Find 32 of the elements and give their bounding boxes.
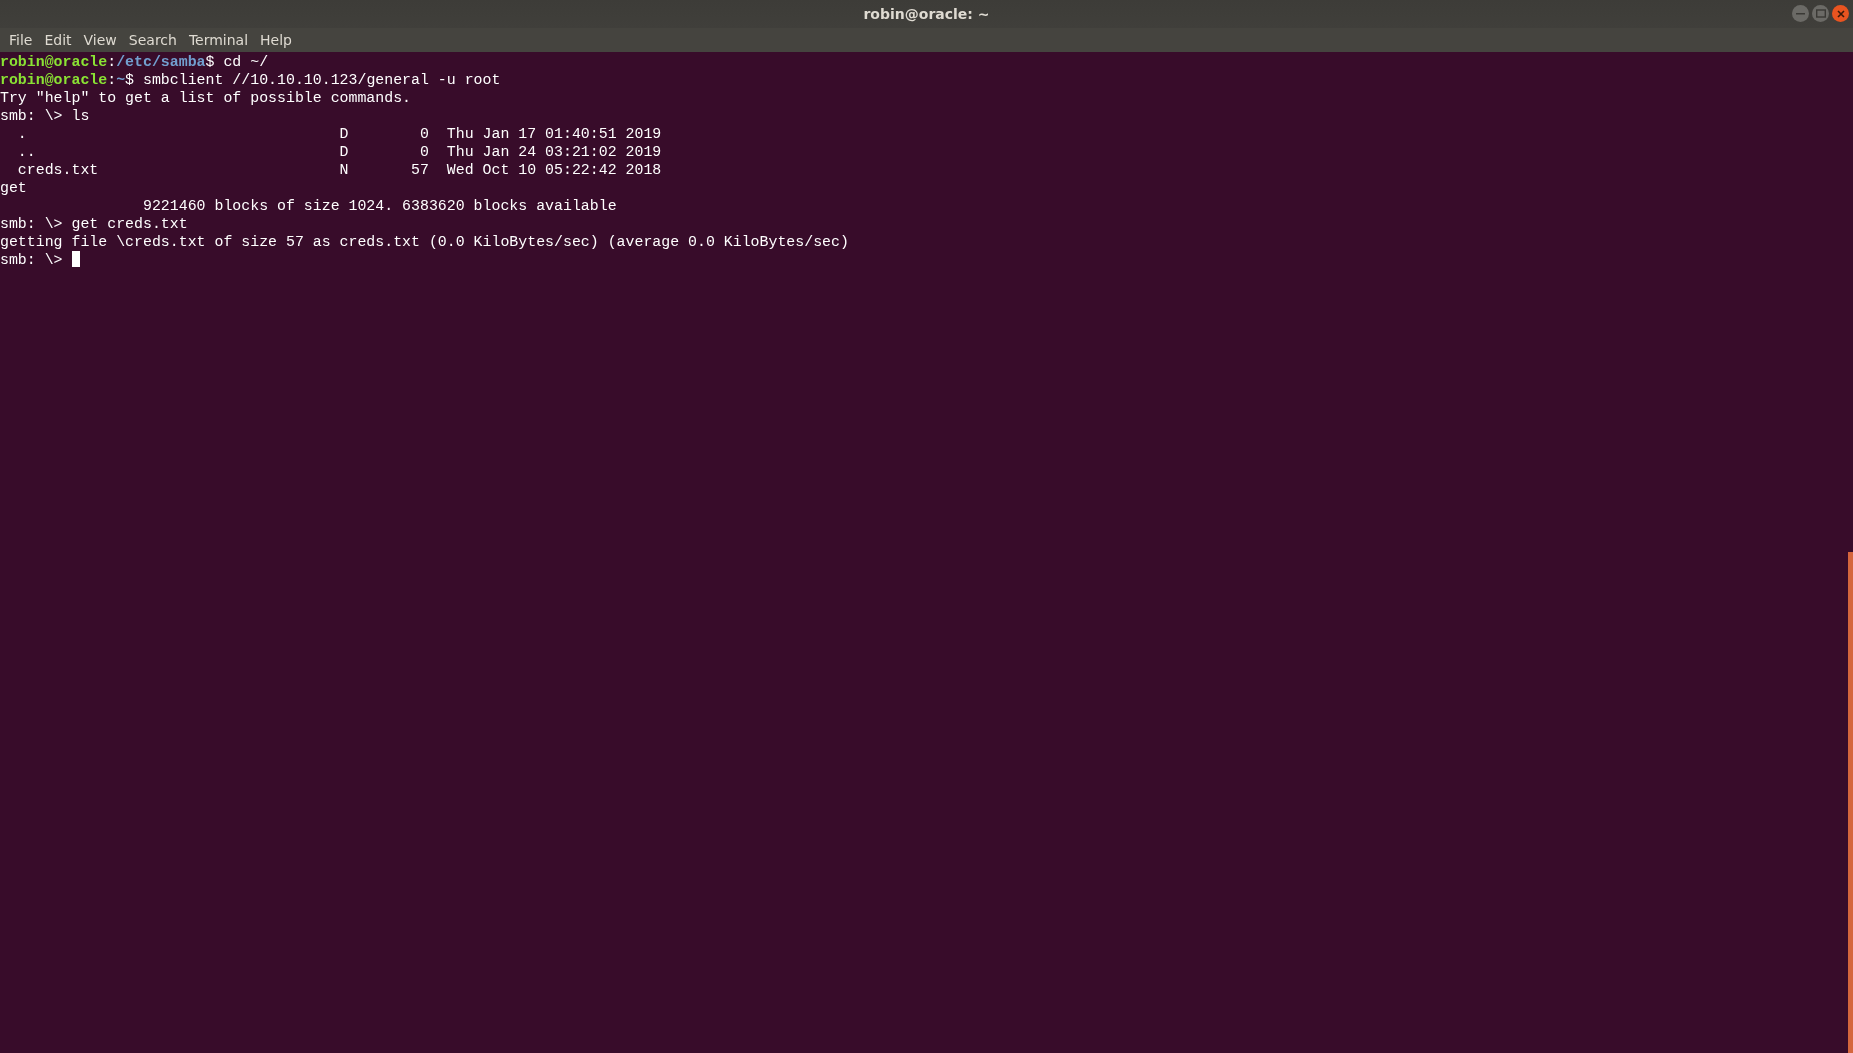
menu-item[interactable]: File <box>4 32 38 48</box>
menu-item[interactable]: Edit <box>39 32 77 48</box>
window-title: robin@oracle: ~ <box>863 6 990 22</box>
prompt-user-host: robin@oracle <box>0 54 108 70</box>
prompt-separator: : <box>107 72 117 88</box>
terminal-output-line: Try "help" to get a list of possible commands. <box>0 89 413 107</box>
prompt-path: /etc/samba <box>116 54 206 70</box>
maximize-icon <box>1815 9 1826 18</box>
terminal-output-line: getting file \creds.txt of size 57 as creds.txt (0.0 KiloBytes/sec) (average 0.0 KiloBytes/sec) <box>0 233 850 251</box>
menu-item[interactable]: View <box>78 32 122 48</box>
close-icon <box>1836 9 1845 18</box>
terminal-output-line: creds.txt N 57 Wed Oct 10 05:22:42 2018 <box>16 161 663 179</box>
terminal-output-line: . D 0 Thu Jan 17 01:40:51 2019 <box>16 125 663 143</box>
smb-prompt: smb: \> <box>0 252 64 268</box>
terminal-output-line: smb: \> get creds.txt <box>0 215 189 233</box>
minimize-button[interactable] <box>1792 5 1809 22</box>
terminal-output-line: get <box>0 179 28 197</box>
menu-item[interactable]: Search <box>123 32 182 48</box>
terminal-output-line: 9221460 blocks of size 1024. 6383620 blocks available <box>141 197 618 215</box>
terminal-output-line: smb: \> ls <box>0 107 91 125</box>
text-cursor <box>71 251 80 267</box>
maximize-button[interactable] <box>1812 5 1829 22</box>
prompt-user-host: robin@oracle <box>0 72 108 88</box>
menu-item[interactable]: Terminal <box>183 32 254 48</box>
prompt-command: $ cd ~/ <box>205 54 269 70</box>
terminal-output-line: .. D 0 Thu Jan 24 03:21:02 2019 <box>16 143 663 161</box>
prompt-command: $ smbclient //10.10.10.123/general -u root <box>125 72 501 88</box>
prompt-separator: : <box>107 54 117 70</box>
menu-item[interactable]: Help <box>255 32 297 48</box>
close-button[interactable] <box>1832 5 1849 22</box>
prompt-path: ~ <box>116 72 126 88</box>
scrollbar-thumb[interactable] <box>1848 552 1853 1053</box>
